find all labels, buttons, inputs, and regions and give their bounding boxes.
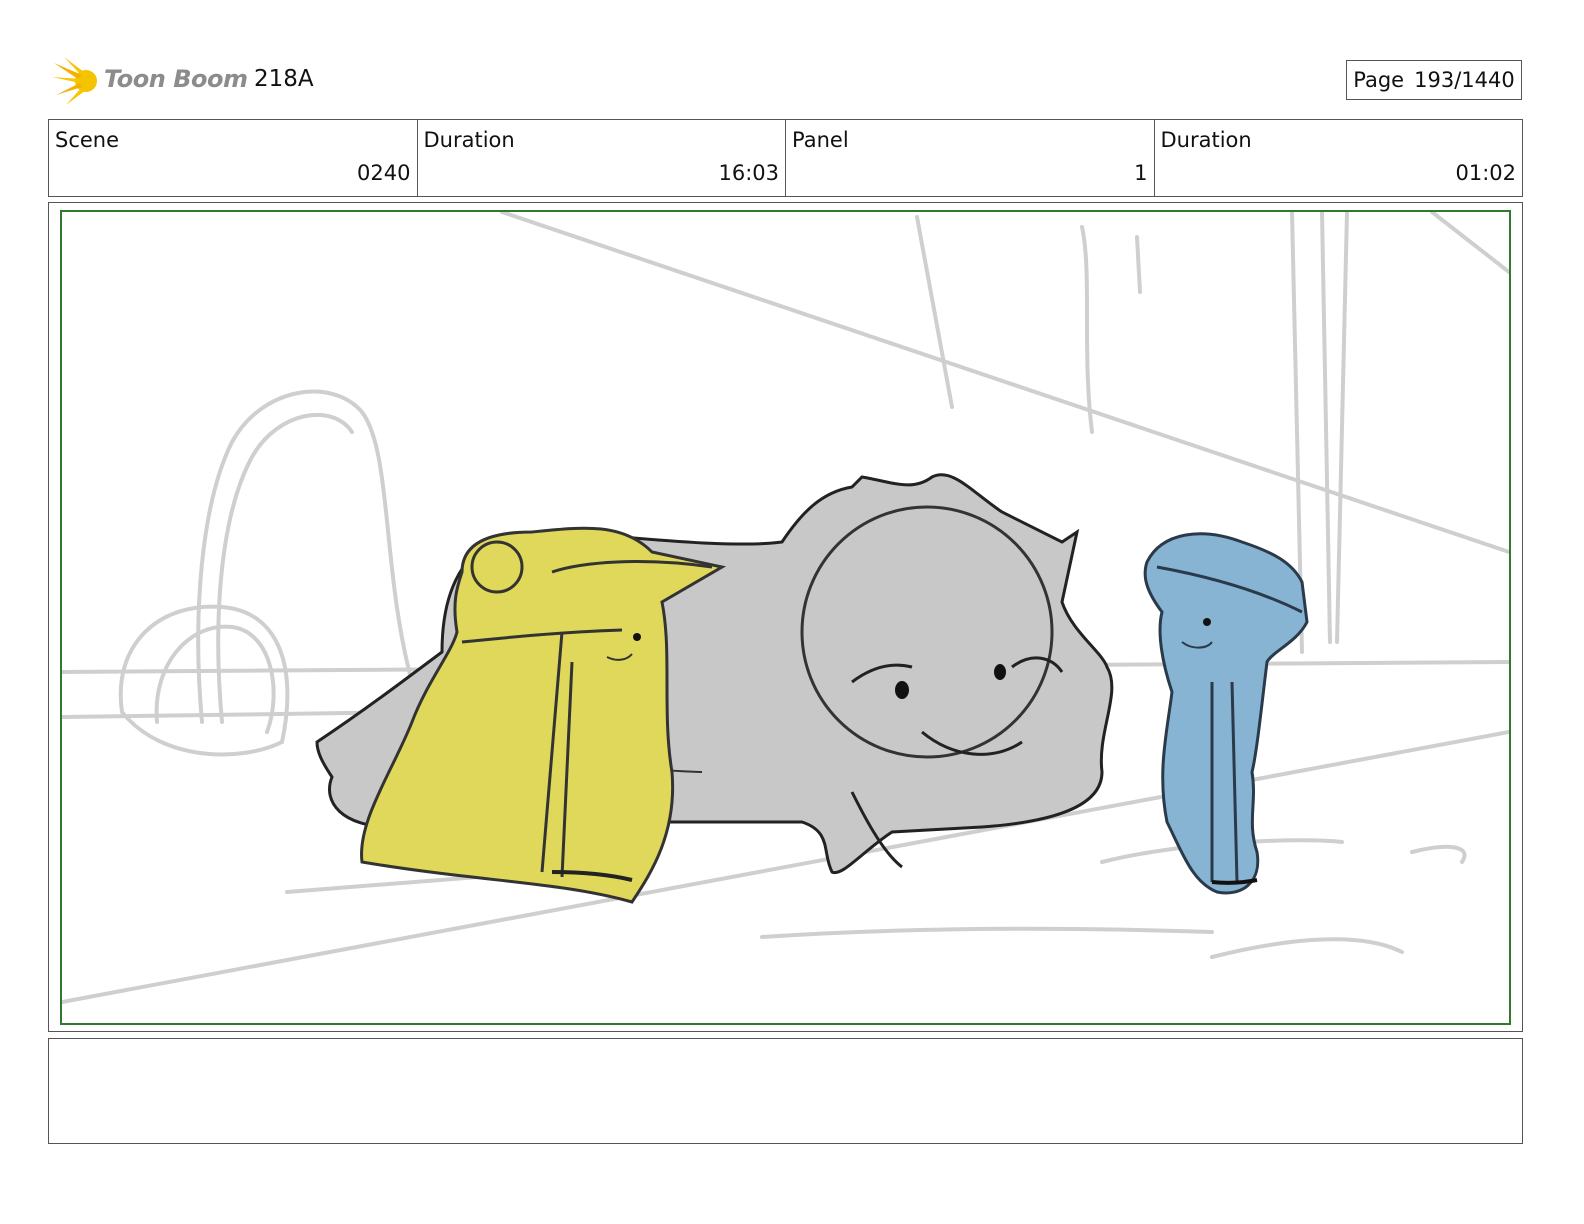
- scene-duration-cell: Duration 16:03: [418, 120, 786, 196]
- scene-value: 0240: [357, 161, 411, 185]
- panel-notes-box: [48, 1038, 1523, 1144]
- page-indicator: Page 193/1440: [1346, 60, 1522, 100]
- panel-value: 1: [1134, 161, 1148, 185]
- scene-info-table: Scene 0240 Duration 16:03 Panel 1 Durati…: [48, 119, 1523, 197]
- panel-duration-label: Duration: [1160, 128, 1252, 152]
- scene-duration-label: Duration: [423, 128, 515, 152]
- storyboard-drawing-area: [60, 210, 1511, 1025]
- page-number: 193/1440: [1414, 68, 1515, 92]
- panel-duration-value: 01:02: [1455, 161, 1516, 185]
- panel-label: Panel: [792, 128, 849, 152]
- panel-duration-cell: Duration 01:02: [1155, 120, 1523, 196]
- project-code: 218A: [254, 66, 314, 92]
- storyboard-panel-frame: [48, 202, 1523, 1032]
- scene-duration-value: 16:03: [718, 161, 779, 185]
- panel-cell: Panel 1: [786, 120, 1155, 196]
- logo-wordmark: Toon Boom: [104, 65, 248, 93]
- storyboard-sketch: [62, 212, 1509, 1004]
- scene-label: Scene: [55, 128, 120, 152]
- sunburst-icon: [52, 57, 97, 105]
- yellow-character: [360, 526, 727, 904]
- page-label: Page: [1353, 68, 1405, 92]
- scene-cell: Scene 0240: [49, 120, 418, 196]
- toon-boom-logo: Toon Boom: [52, 55, 252, 107]
